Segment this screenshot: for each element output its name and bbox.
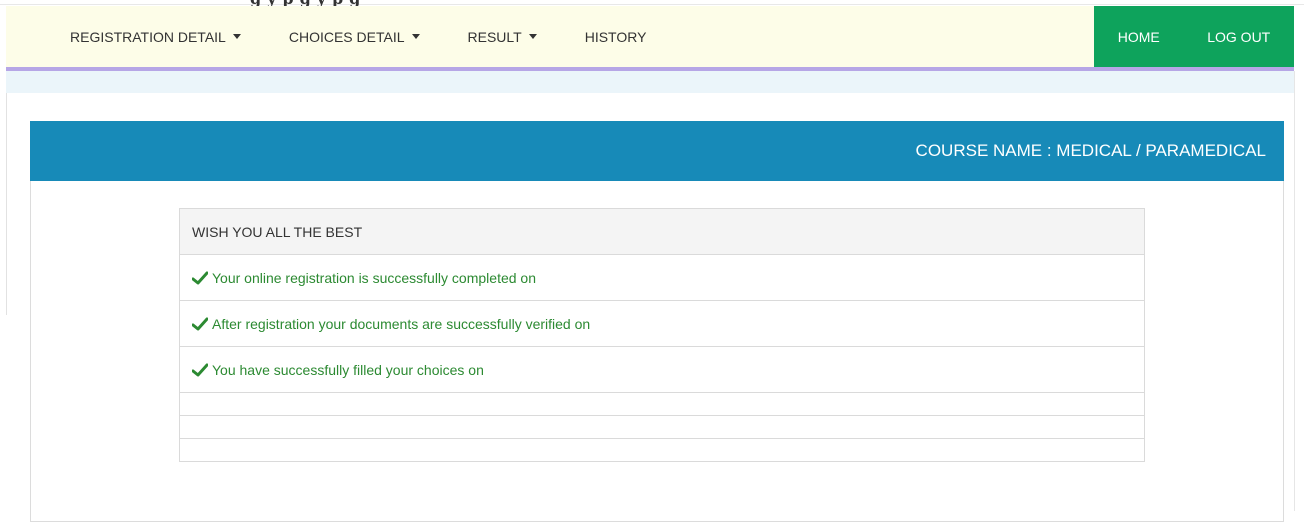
- right-edge-line: [1294, 71, 1295, 511]
- check-icon: [192, 363, 208, 376]
- status-text: After registration your documents are su…: [212, 315, 591, 332]
- caret-down-icon: [528, 34, 537, 39]
- list-item: Your online registration is successfully…: [180, 254, 1144, 300]
- nav-history[interactable]: HISTORY: [585, 29, 647, 45]
- nav-home[interactable]: HOME: [1118, 29, 1160, 45]
- caret-down-icon: [232, 34, 241, 39]
- status-list: WISH YOU ALL THE BEST Your online regist…: [179, 208, 1145, 462]
- nav-registration-detail-label: REGISTRATION DETAIL: [70, 28, 226, 45]
- nav-history-label: HISTORY: [584, 28, 647, 45]
- nav-home-label: HOME: [1117, 28, 1160, 45]
- check-icon: [192, 317, 208, 330]
- list-item: You have successfully filled your choice…: [180, 346, 1144, 392]
- nav-choices-detail-label: CHOICES DETAIL: [288, 28, 405, 45]
- nav-registration-detail[interactable]: REGISTRATION DETAIL: [70, 29, 241, 45]
- course-name-title: COURSE NAME : MEDICAL / PARAMEDICAL: [915, 141, 1266, 160]
- list-item: After registration your documents are su…: [180, 300, 1144, 346]
- empty-row: [180, 438, 1144, 461]
- list-header: WISH YOU ALL THE BEST: [180, 209, 1144, 254]
- empty-row: [180, 392, 1144, 415]
- left-edge-line: [6, 93, 7, 315]
- status-text: Your online registration is successfully…: [212, 269, 536, 286]
- check-icon: [192, 271, 208, 284]
- empty-row: [180, 415, 1144, 438]
- nav-result-label: RESULT: [467, 28, 522, 45]
- nav-result[interactable]: RESULT: [468, 29, 537, 45]
- navbar: REGISTRATION DETAIL CHOICES DETAIL RESUL…: [6, 6, 1294, 71]
- status-text: You have successfully filled your choice…: [212, 361, 484, 378]
- nav-choices-detail[interactable]: CHOICES DETAIL: [289, 29, 420, 45]
- nav-right-group: HOME LOG OUT: [1094, 6, 1294, 67]
- caret-down-icon: [411, 34, 420, 39]
- nav-logout-label: LOG OUT: [1207, 28, 1271, 45]
- top-divider: [0, 0, 1304, 5]
- sub-bar: [6, 71, 1294, 93]
- course-panel-header: COURSE NAME : MEDICAL / PARAMEDICAL: [30, 121, 1284, 181]
- nav-logout[interactable]: LOG OUT: [1207, 29, 1270, 45]
- list-header-text: WISH YOU ALL THE BEST: [192, 223, 363, 240]
- nav-left-group: REGISTRATION DETAIL CHOICES DETAIL RESUL…: [70, 6, 694, 67]
